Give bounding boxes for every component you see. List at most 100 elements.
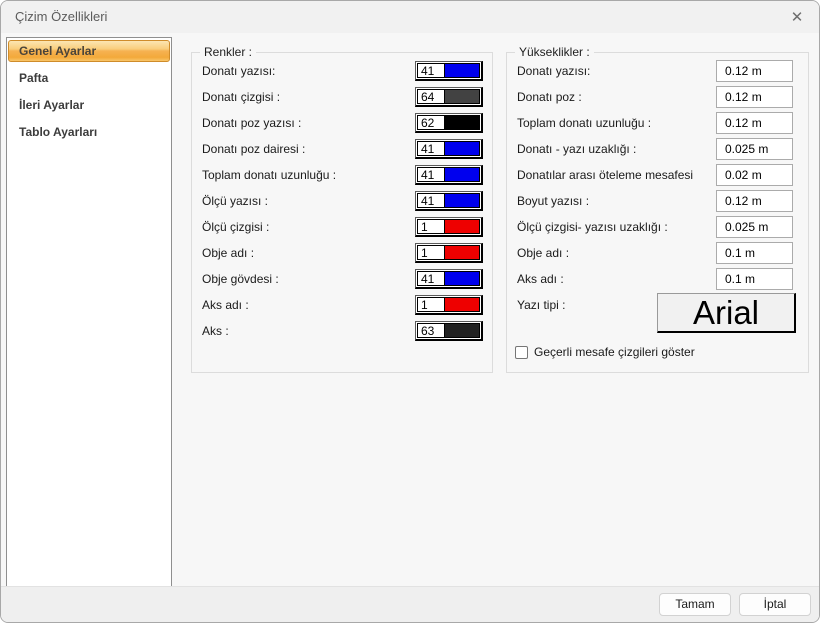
color-number: 41 — [418, 168, 445, 181]
color-number: 1 — [418, 220, 445, 233]
height-row-label: Toplam donatı uzunluğu : — [507, 116, 716, 130]
drawing-properties-dialog: Çizim Özellikleri ✕ Genel Ayarlar Pafta İl… — [0, 0, 820, 623]
color-swatch — [445, 90, 479, 103]
show-distance-lines-label: Geçerli mesafe çizgileri göster — [534, 345, 695, 359]
color-picker-button[interactable]: 41 — [415, 61, 483, 81]
sidebar-item-i-leri-ayarlar[interactable]: İleri Ayarlar — [7, 93, 171, 120]
height-row: Aks adı :0.1 m — [507, 266, 808, 292]
color-row: Obje gövdesi :41 — [192, 266, 492, 292]
window-title: Çizim Özellikleri — [15, 9, 107, 24]
colors-rows: Donatı yazısı:41Donatı çizgisi :64Donatı… — [192, 53, 492, 344]
height-field[interactable]: 0.1 m — [716, 268, 793, 290]
height-field[interactable]: 0.12 m — [716, 86, 793, 108]
height-row-label: Donatı yazısı: — [507, 64, 716, 78]
height-row: Toplam donatı uzunluğu :0.12 m — [507, 110, 808, 136]
color-swatch — [445, 220, 479, 233]
color-picker-inner: 64 — [417, 89, 480, 104]
color-picker-inner: 41 — [417, 141, 480, 156]
color-row: Obje adı :1 — [192, 240, 492, 266]
color-row: Ölçü yazısı :41 — [192, 188, 492, 214]
height-field[interactable]: 0.12 m — [716, 112, 793, 134]
color-swatch — [445, 116, 479, 129]
color-picker-inner: 41 — [417, 271, 480, 286]
sidebar-item-label: Tablo Ayarları — [19, 125, 97, 139]
color-picker-inner: 1 — [417, 219, 480, 234]
show-distance-lines-checkbox[interactable] — [515, 346, 528, 359]
color-picker-button[interactable]: 1 — [415, 243, 483, 263]
color-swatch — [445, 246, 479, 259]
color-picker-button[interactable]: 63 — [415, 321, 483, 341]
sidebar-item-pill: Genel Ayarlar — [8, 40, 170, 62]
color-picker-button[interactable]: 41 — [415, 269, 483, 289]
sidebar-item-label: Pafta — [19, 71, 48, 85]
height-row: Obje adı :0.1 m — [507, 240, 808, 266]
color-number: 63 — [418, 324, 445, 337]
color-picker-button[interactable]: 41 — [415, 191, 483, 211]
color-number: 41 — [418, 64, 445, 77]
font-select-button[interactable]: Arial — [657, 293, 796, 333]
height-field[interactable]: 0.02 m — [716, 164, 793, 186]
sidebar-item-pafta[interactable]: Pafta — [7, 66, 171, 93]
height-row-label: Aks adı : — [507, 272, 716, 286]
color-picker-inner: 1 — [417, 245, 480, 260]
color-number: 62 — [418, 116, 445, 129]
height-field[interactable]: 0.12 m — [716, 190, 793, 212]
color-picker-button[interactable]: 64 — [415, 87, 483, 107]
color-row: Donatı çizgisi :64 — [192, 84, 492, 110]
color-row: Aks :63 — [192, 318, 492, 344]
sidebar-item-pill: İleri Ayarlar — [8, 94, 170, 116]
height-row-label: Donatı poz : — [507, 90, 716, 104]
color-row-label: Donatı yazısı: — [192, 64, 415, 78]
color-row-label: Donatı çizgisi : — [192, 90, 415, 104]
color-picker-inner: 41 — [417, 193, 480, 208]
settings-category-list: Genel Ayarlar Pafta İleri Ayarlar Tablo Aya… — [6, 37, 172, 587]
height-field[interactable]: 0.025 m — [716, 138, 793, 160]
heights-group-title: Yükseklikler : — [515, 45, 594, 59]
font-type-label: Yazı tipi : — [517, 298, 565, 312]
cancel-button[interactable]: İptal — [739, 593, 811, 616]
title-bar: Çizim Özellikleri ✕ — [1, 1, 819, 33]
height-field[interactable]: 0.12 m — [716, 60, 793, 82]
heights-group: Yükseklikler : Donatı yazısı:0.12 mDonat… — [506, 52, 809, 373]
color-row-label: Toplam donatı uzunluğu : — [192, 168, 415, 182]
color-row-label: Donatı poz yazısı : — [192, 116, 415, 130]
color-picker-button[interactable]: 41 — [415, 165, 483, 185]
sidebar-item-tablo-ayarlar[interactable]: Tablo Ayarları — [7, 120, 171, 147]
show-distance-lines-row: Geçerli mesafe çizgileri göster — [515, 345, 695, 359]
color-row-label: Obje adı : — [192, 246, 415, 260]
height-row: Ölçü çizgisi- yazısı uzaklığı :0.025 m — [507, 214, 808, 240]
color-row: Toplam donatı uzunluğu :41 — [192, 162, 492, 188]
color-number: 1 — [418, 298, 445, 311]
height-field[interactable]: 0.025 m — [716, 216, 793, 238]
color-picker-button[interactable]: 41 — [415, 139, 483, 159]
color-picker-button[interactable]: 62 — [415, 113, 483, 133]
sidebar-item-pill: Pafta — [8, 67, 170, 89]
color-row-label: Donatı poz dairesi : — [192, 142, 415, 156]
sidebar-item-genel-ayarlar[interactable]: Genel Ayarlar — [7, 39, 171, 66]
color-picker-inner: 62 — [417, 115, 480, 130]
height-row: Donatı yazısı:0.12 m — [507, 58, 808, 84]
color-row-label: Ölçü çizgisi : — [192, 220, 415, 234]
color-picker-button[interactable]: 1 — [415, 295, 483, 315]
color-swatch — [445, 272, 479, 285]
color-picker-inner: 41 — [417, 167, 480, 182]
color-picker-inner: 63 — [417, 323, 480, 338]
color-row-label: Aks adı : — [192, 298, 415, 312]
height-row: Boyut yazısı :0.12 m — [507, 188, 808, 214]
color-number: 41 — [418, 194, 445, 207]
color-number: 1 — [418, 246, 445, 259]
sidebar-item-pill: Tablo Ayarları — [8, 121, 170, 143]
color-swatch — [445, 324, 479, 337]
color-row: Donatı poz dairesi :41 — [192, 136, 492, 162]
color-row-label: Aks : — [192, 324, 415, 338]
color-swatch — [445, 168, 479, 181]
colors-group-title: Renkler : — [200, 45, 256, 59]
color-number: 41 — [418, 142, 445, 155]
color-picker-button[interactable]: 1 — [415, 217, 483, 237]
color-row: Donatı poz yazısı :62 — [192, 110, 492, 136]
ok-button[interactable]: Tamam — [659, 593, 731, 616]
color-swatch — [445, 64, 479, 77]
height-field[interactable]: 0.1 m — [716, 242, 793, 264]
height-row: Donatılar arası öteleme mesafesi0.02 m — [507, 162, 808, 188]
close-icon[interactable]: ✕ — [785, 6, 809, 28]
